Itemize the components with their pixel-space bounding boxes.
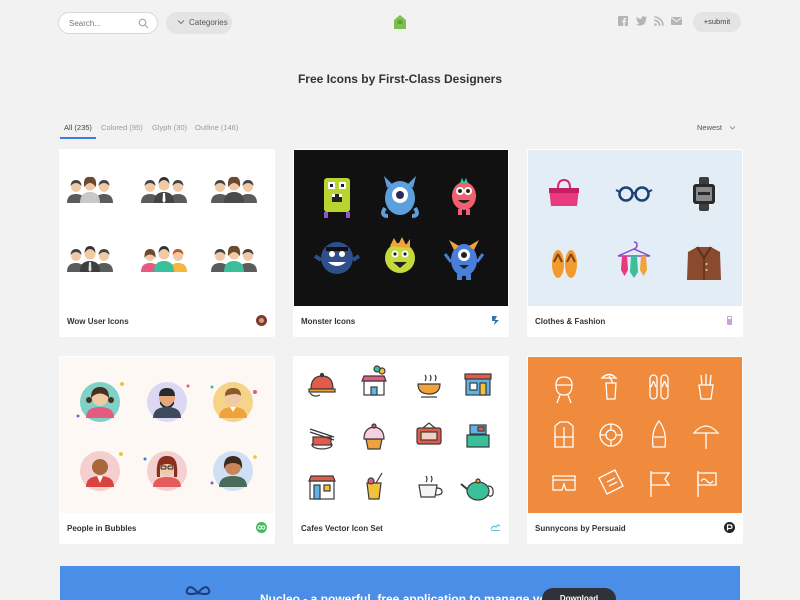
tab-colored[interactable]: Colored (95) — [101, 123, 143, 132]
cafe-icons — [308, 365, 494, 501]
people-bubble-icons — [76, 382, 257, 491]
promo-banner[interactable]: Nucleo - a powerful, free application to… — [60, 566, 740, 600]
author-avatar[interactable] — [256, 315, 267, 326]
icon-set-card[interactable]: Sunnycons by Persuaid — [527, 356, 743, 544]
submit-button[interactable]: +submit — [693, 12, 741, 32]
author-avatar[interactable] — [490, 315, 501, 326]
active-tab-indicator — [60, 137, 96, 139]
tab-all[interactable]: All (235) — [64, 123, 92, 132]
card-preview — [60, 150, 274, 306]
tab-glyph[interactable]: Glyph (30) — [152, 123, 187, 132]
author-avatar[interactable] — [256, 522, 267, 533]
card-preview — [60, 357, 274, 513]
chevron-down-icon — [177, 20, 185, 25]
icon-set-card[interactable]: Clothes & Fashion — [527, 149, 743, 337]
card-preview — [294, 357, 508, 513]
monster-icons — [313, 176, 485, 280]
rss-icon[interactable] — [654, 16, 664, 26]
logo-icon[interactable] — [394, 15, 406, 29]
chevron-down-icon — [729, 126, 736, 130]
twitter-icon[interactable] — [636, 16, 647, 26]
clothes-icons — [549, 177, 721, 280]
author-avatar[interactable] — [490, 522, 501, 533]
categories-label: Categories — [189, 18, 228, 27]
nucleo-logo-icon — [185, 586, 211, 595]
card-title[interactable]: People in Bubbles — [67, 524, 136, 533]
card-title[interactable]: Sunnycons by Persuaid — [535, 524, 626, 533]
download-button[interactable]: Download — [542, 588, 616, 600]
card-preview — [294, 150, 508, 306]
search-icon[interactable] — [138, 18, 149, 29]
search-box[interactable] — [58, 12, 158, 34]
card-title[interactable]: Monster Icons — [301, 317, 355, 326]
icon-set-card[interactable]: Wow User Icons — [59, 149, 275, 337]
icon-set-card[interactable]: Cafes Vector Icon Set — [293, 356, 509, 544]
user-group-icons — [67, 176, 257, 272]
facebook-icon[interactable] — [618, 16, 628, 26]
icon-set-card[interactable]: Monster Icons — [293, 149, 509, 337]
card-preview — [528, 357, 742, 513]
sort-dropdown[interactable]: Newest — [697, 123, 736, 132]
card-title[interactable]: Wow User Icons — [67, 317, 129, 326]
card-preview — [528, 150, 742, 306]
tab-outline[interactable]: Outline (146) — [195, 123, 238, 132]
categories-dropdown[interactable]: Categories — [166, 12, 232, 34]
card-title[interactable]: Cafes Vector Icon Set — [301, 524, 383, 533]
search-input[interactable] — [69, 16, 139, 30]
mail-icon[interactable] — [671, 16, 682, 26]
icon-set-card[interactable]: People in Bubbles — [59, 356, 275, 544]
sunnycons-icons — [552, 373, 720, 497]
sort-label: Newest — [697, 123, 723, 132]
page-title: Free Icons by First-Class Designers — [297, 72, 503, 86]
author-avatar[interactable] — [724, 522, 735, 533]
author-avatar[interactable] — [724, 315, 735, 326]
card-title[interactable]: Clothes & Fashion — [535, 317, 605, 326]
